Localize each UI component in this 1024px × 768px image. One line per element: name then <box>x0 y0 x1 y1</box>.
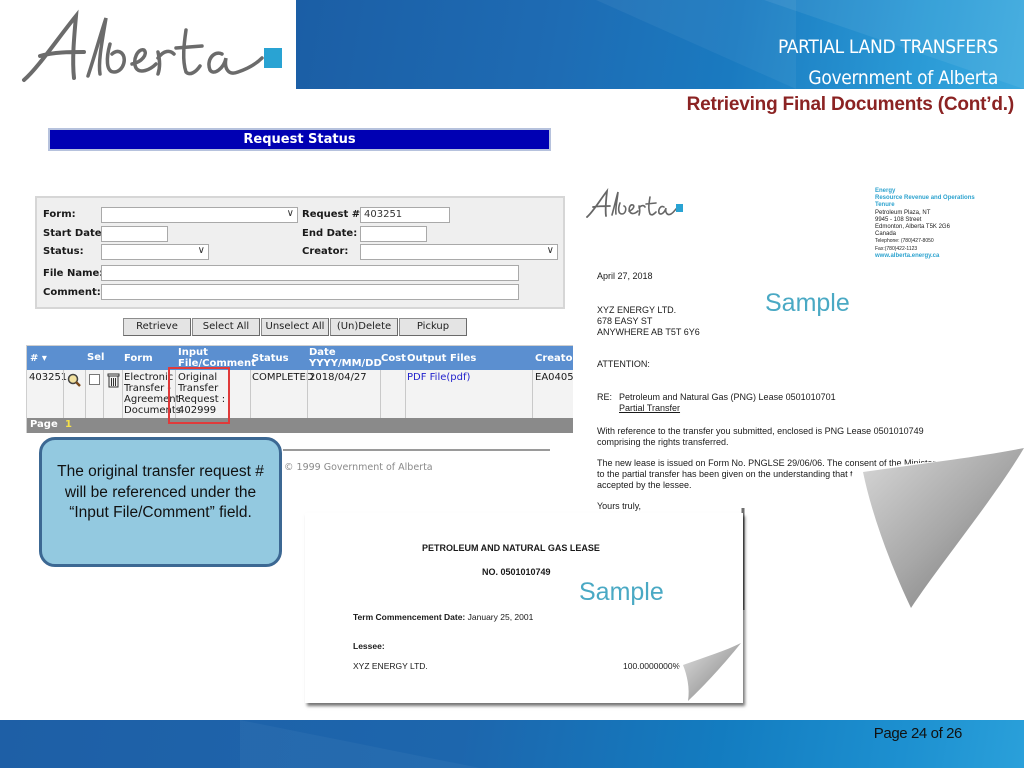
lease-document: PETROLEUM AND NATURAL GAS LEASE NO. 0501… <box>305 513 743 703</box>
comment-label: Comment: <box>43 287 101 298</box>
creator-select[interactable] <box>360 244 558 260</box>
search-form: Form: Request #: 403251 Start Date: End … <box>35 196 565 309</box>
copyright-text: © 1999 Government of Alberta <box>284 462 433 473</box>
title-line-1: PARTIAL LAND TRANSFERS <box>777 36 998 58</box>
end-date-label: End Date: <box>302 228 358 239</box>
table-header: # ▾ Sel Form Input File/Comment Status D… <box>27 346 578 370</box>
column-header-form: Form <box>124 353 153 364</box>
divider <box>283 449 550 451</box>
pagination-bar: Page 1 <box>27 418 574 433</box>
undelete-button[interactable]: (Un)Delete <box>330 318 398 336</box>
input-file-comment-highlight <box>168 367 230 424</box>
column-header-output-files: Output Files <box>407 353 477 364</box>
end-date-input[interactable] <box>360 226 427 242</box>
comment-input[interactable] <box>101 284 519 300</box>
column-header-status: Status <box>252 353 289 364</box>
presentation-title: PARTIAL LAND TRANSFERS Government of Alb… <box>778 32 998 89</box>
trash-icon[interactable] <box>107 373 120 388</box>
footer-banner: Page 24 of 26 <box>0 720 1024 768</box>
page-number: Page 24 of 26 <box>873 725 963 742</box>
form-select[interactable] <box>101 207 298 223</box>
title-line-2: Government of Alberta <box>808 67 998 89</box>
magnifier-view-icon[interactable] <box>67 373 81 387</box>
page-label: Page <box>30 419 58 430</box>
creator-cell: EA0405 <box>535 372 574 383</box>
table-row[interactable]: 403251 Electronic Transfer - Agreement D… <box>27 370 574 418</box>
status-cell: COMPLETED <box>252 372 314 383</box>
column-header-creator: Creator <box>535 353 578 364</box>
column-header-input-line1: Input <box>178 347 208 358</box>
select-checkbox[interactable] <box>89 374 100 385</box>
request-number-label: Request #: <box>302 209 365 220</box>
pickup-button[interactable]: Pickup <box>399 318 467 336</box>
request-number-cell: 403251 <box>29 372 68 383</box>
column-header-sel: Sel <box>87 352 105 363</box>
alberta-logo <box>0 0 296 88</box>
status-label: Status: <box>43 246 84 257</box>
form-label: Form: <box>43 209 76 220</box>
header-banner: PARTIAL LAND TRANSFERS Government of Alb… <box>296 0 1024 89</box>
unselect-all-button[interactable]: Unselect All <box>261 318 329 336</box>
file-name-label: File Name: <box>43 268 104 279</box>
alberta-wordmark-icon <box>22 9 282 82</box>
request-status-title: Request Status <box>48 128 551 151</box>
status-select[interactable] <box>101 244 209 260</box>
select-all-button[interactable]: Select All <box>192 318 260 336</box>
column-header-date-line2: YYYY/MM/DD <box>309 358 382 369</box>
file-name-input[interactable] <box>101 265 519 281</box>
results-table: # ▾ Sel Form Input File/Comment Status D… <box>26 345 578 433</box>
retrieve-button[interactable]: Retrieve <box>123 318 191 336</box>
creator-label: Creator: <box>302 246 349 257</box>
action-buttons: Retrieve Select All Unselect All (Un)Del… <box>123 318 468 336</box>
request-number-input[interactable]: 403251 <box>360 207 450 223</box>
start-date-input[interactable] <box>101 226 168 242</box>
pdf-file-link[interactable]: PDF File(pdf) <box>407 372 470 383</box>
column-header-number[interactable]: # ▾ <box>30 353 47 364</box>
explanation-callout: The original transfer request # will be … <box>39 437 282 567</box>
lease-page-curl-icon <box>665 643 743 703</box>
column-header-cost: Cost <box>381 353 406 364</box>
start-date-label: Start Date: <box>43 228 106 239</box>
slide-heading: Retrieving Final Documents (Cont’d.) <box>686 94 1015 115</box>
date-cell: 2018/04/27 <box>309 372 367 383</box>
column-header-date-line1: Date <box>309 347 336 358</box>
page-link-current[interactable]: 1 <box>65 419 72 430</box>
